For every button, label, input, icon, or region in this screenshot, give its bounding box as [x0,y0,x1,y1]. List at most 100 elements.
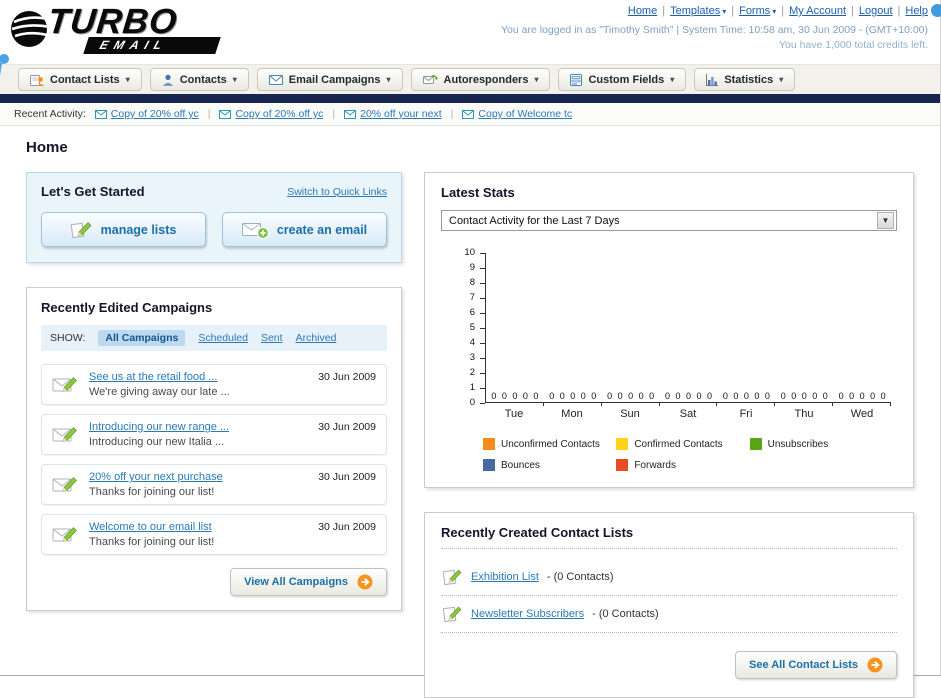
stats-period-value: Contact Activity for the Last 7 Days [449,214,620,227]
credits-info: You have 1,000 total credits left. [778,39,928,51]
chart-value-labels: 0 0 0 0 0 [780,391,828,401]
view-all-campaigns-button[interactable]: View All Campaigns [230,568,387,596]
recent-activity-item[interactable]: Copy of 20% off yc [94,108,199,120]
top-nav-my-account[interactable]: My Account [789,5,846,17]
login-info: You are logged in as "Timothy Smith" | S… [501,24,928,36]
chart-value-labels: 0 0 0 0 0 [549,391,597,401]
manage-lists-button[interactable]: manage lists [41,212,206,247]
app-root: TURBO EMAIL Home | Templates ▾ | Forms ▾ | My Ac… [0,0,941,698]
contact-list-count: - (0 Contacts) [546,571,614,583]
get-started-panel: Let's Get Started Switch to Quick Links … [26,172,402,263]
main-content: Home Let's Get Started Switch to Quick L… [0,126,940,698]
chart-y-tick-label: 3 [469,352,475,363]
manage-lists-label: manage lists [100,222,177,237]
chevron-down-icon: ▾ [386,75,391,84]
filter-scheduled[interactable]: Scheduled [198,332,248,344]
top-nav-logout[interactable]: Logout [859,5,893,17]
filter-archived[interactable]: Archived [296,332,337,344]
chart-y-tick-mark [480,313,485,314]
recent-activity-item[interactable]: Copy of 20% off yc [219,108,323,120]
tab-autoresponders[interactable]: Autoresponders ▾ [410,68,551,91]
pencil-icon [443,605,463,623]
recent-activity-item[interactable]: 20% off your next [344,108,442,120]
legend-item: Confirmed Contacts [616,438,749,450]
custom-fields-icon [570,73,583,86]
arrow-right-icon [357,574,373,590]
nav-separator: | [731,5,735,17]
chart-plot: 0 0 0 0 0 0 0 0 0 0 0 0 0 0 0 0 0 0 0 0 0 0 … [485,253,891,406]
tab-custom-fields[interactable]: Custom Fields ▾ [558,68,687,91]
view-all-campaigns-label: View All Campaigns [244,576,348,588]
tab-label: Contact Lists [50,73,120,86]
chart-x-tick-label: Sun [620,408,640,420]
chart-day-group: 0 0 0 0 0 [833,253,891,406]
campaign-subtitle: We're giving away our late ... [89,386,230,398]
recent-activity-link[interactable]: 20% off your next [360,108,442,120]
arrow-right-icon [867,657,883,673]
stats-period-select[interactable]: Contact Activity for the Last 7 Days ▼ [441,210,897,231]
activity-separator: | [332,108,336,120]
contact-list-link[interactable]: Exhibition List [471,571,539,583]
envelope-pencil-icon [52,524,79,545]
chart-y-tick-mark [480,373,485,374]
legend-item: Bounces [483,459,616,471]
top-nav-templates[interactable]: Templates ▾ [670,5,726,17]
tab-statistics[interactable]: Statistics ▾ [694,68,796,91]
campaigns-title: Recently Edited Campaigns [41,300,213,315]
chart-y-tick-label: 1 [469,382,475,393]
chart-y-tick-mark [480,343,485,344]
pencil-icon [70,220,93,239]
top-nav-help[interactable]: Help [905,5,928,17]
contact-list-link[interactable]: Newsletter Subscribers [471,608,584,620]
campaign-subtitle: Thanks for joining our list! [89,486,215,498]
campaign-title-link[interactable]: Introducing our new range ... [89,421,229,433]
chart-day-group: 0 0 0 0 0 [602,253,660,406]
tab-email-campaigns[interactable]: Email Campaigns ▾ [256,68,403,91]
top-nav-home[interactable]: Home [628,5,657,17]
latest-stats-panel: Latest Stats Contact Activity for the La… [424,172,914,488]
legend-label: Unconfirmed Contacts [501,438,600,450]
chart-value-labels: 0 0 0 0 0 [491,391,539,401]
campaign-title-link[interactable]: Welcome to our email list [89,521,212,533]
chart-value-labels: 0 0 0 0 0 [607,391,655,401]
recent-activity-item[interactable]: Copy of Welcome tc [462,108,572,120]
turbo-email-logo[interactable]: TURBO EMAIL [8,2,221,54]
chart-day-group: 0 0 0 0 0 [660,253,718,406]
campaign-subtitle: Introducing our new Italia ... [89,436,225,448]
recent-activity-label: Recent Activity: [14,108,86,120]
chart-y-tick-label: 4 [469,337,475,348]
chart-day-labels: Tue Mon Sun Sat Fri Thu Wed [485,403,891,420]
tab-contact-lists[interactable]: Contact Lists ▾ [18,68,142,91]
switch-quick-links-link[interactable]: Switch to Quick Links [287,186,387,198]
main-nav: Contact Lists ▾ Contacts ▾ Email Campaig… [0,64,940,94]
see-all-contact-lists-button[interactable]: See All Contact Lists [734,651,897,679]
contact-list-row: Exhibition List - (0 Contacts) [441,559,897,596]
top-nav-templates-label: Templates [670,5,721,17]
chart-y-tick-label: 5 [469,322,475,333]
recent-activity-link[interactable]: Copy of Welcome tc [478,108,572,120]
campaign-date: 30 Jun 2009 [318,421,376,433]
decorative-blue-dot [931,4,941,17]
recent-activity-link[interactable]: Copy of 20% off yc [235,108,323,120]
nav-separator: | [897,5,901,17]
chart-x-tick-label: Sat [679,408,697,420]
tab-label: Custom Fields [588,73,665,86]
filter-all-campaigns[interactable]: All Campaigns [98,330,186,346]
chart-y-tick-mark [480,298,485,299]
filter-sent[interactable]: Sent [261,332,283,344]
campaign-row: Introducing our new range ... 30 Jun 200… [41,414,387,455]
create-email-button[interactable]: create an email [222,212,387,247]
envelope-pencil-icon [52,424,79,445]
campaign-date: 30 Jun 2009 [318,471,376,483]
campaign-row: 20% off your next purchase 30 Jun 2009 T… [41,464,387,505]
tab-label: Contacts [179,73,227,86]
top-nav-forms[interactable]: Forms ▾ [739,5,776,17]
logo-title: TURBO [45,2,180,41]
nav-separator: | [662,5,666,17]
campaign-title-link[interactable]: 20% off your next purchase [89,471,223,483]
dropdown-arrow-icon: ▼ [877,212,894,229]
tab-contacts[interactable]: Contacts ▾ [149,68,249,91]
recent-activity-link[interactable]: Copy of 20% off yc [111,108,199,120]
chevron-down-icon: ▾ [125,75,130,84]
campaign-title-link[interactable]: See us at the retail food ... [89,371,217,383]
